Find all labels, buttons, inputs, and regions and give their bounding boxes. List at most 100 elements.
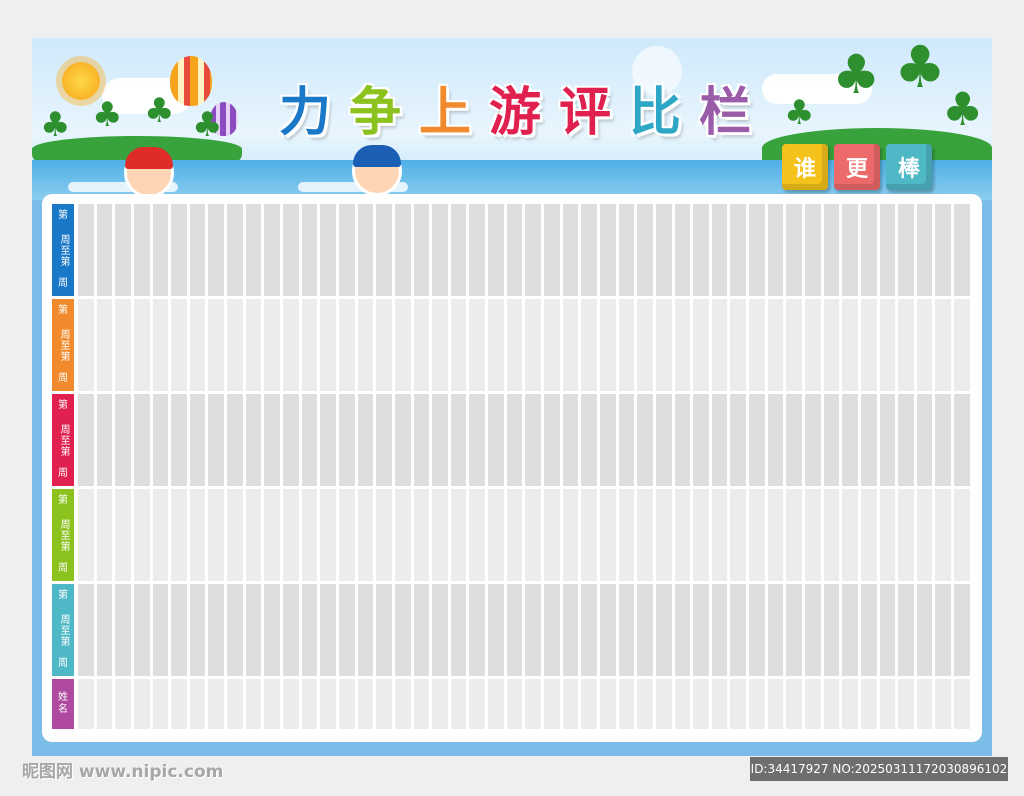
score-cell[interactable] [637,584,653,676]
score-cell[interactable] [264,299,281,391]
score-cell[interactable] [879,394,896,486]
score-cell[interactable] [935,679,952,729]
score-cell[interactable] [301,204,318,296]
score-cell[interactable] [469,679,486,729]
score-cell[interactable] [115,679,131,729]
score-cell[interactable] [637,299,653,391]
score-cell[interactable] [264,679,281,729]
score-cell[interactable] [935,394,952,486]
score-cell[interactable] [842,584,858,676]
score-cell[interactable] [78,489,94,581]
score-cell[interactable] [171,679,187,729]
score-cell[interactable] [898,489,914,581]
score-cell[interactable] [78,394,94,486]
score-cell[interactable] [935,489,952,581]
score-cell[interactable] [525,489,542,581]
score-cell[interactable] [767,299,784,391]
score-cell[interactable] [488,679,504,729]
score-cell[interactable] [469,394,486,486]
score-cell[interactable] [786,204,802,296]
score-cell[interactable] [338,394,355,486]
score-cell[interactable] [245,394,262,486]
score-cell[interactable] [674,679,691,729]
score-cell[interactable] [525,679,542,729]
score-cell[interactable] [860,299,877,391]
score-cell[interactable] [171,394,187,486]
score-cell[interactable] [450,299,467,391]
score-cell[interactable] [525,394,542,486]
score-cell[interactable] [674,394,691,486]
score-cell[interactable] [152,489,169,581]
score-cell[interactable] [786,584,802,676]
score-cell[interactable] [189,489,206,581]
score-cell[interactable] [189,299,206,391]
score-cell[interactable] [450,584,467,676]
score-cell[interactable] [916,204,933,296]
score-cell[interactable] [450,204,467,296]
score-cell[interactable] [376,204,392,296]
score-cell[interactable] [301,584,318,676]
score-cell[interactable] [767,489,784,581]
score-cell[interactable] [115,204,131,296]
score-cell[interactable] [693,204,709,296]
score-cell[interactable] [432,679,448,729]
score-cell[interactable] [96,679,113,729]
score-cell[interactable] [413,299,430,391]
score-cell[interactable] [637,489,653,581]
score-cell[interactable] [376,394,392,486]
score-cell[interactable] [78,204,94,296]
score-cell[interactable] [96,394,113,486]
score-cell[interactable] [898,584,914,676]
score-cell[interactable] [189,584,206,676]
score-cell[interactable] [208,299,225,391]
score-cell[interactable] [599,299,616,391]
score-cell[interactable] [879,299,896,391]
score-cell[interactable] [320,394,336,486]
score-cell[interactable] [711,679,728,729]
score-cell[interactable] [264,204,281,296]
score-cell[interactable] [842,204,858,296]
score-cell[interactable] [264,489,281,581]
score-cell[interactable] [394,299,411,391]
score-cell[interactable] [599,584,616,676]
score-cell[interactable] [954,679,970,729]
score-cell[interactable] [767,204,784,296]
score-cell[interactable] [916,584,933,676]
score-cell[interactable] [450,679,467,729]
score-cell[interactable] [283,489,299,581]
score-cell[interactable] [171,584,187,676]
score-cell[interactable] [581,679,597,729]
score-cell[interactable] [245,489,262,581]
score-cell[interactable] [823,394,840,486]
score-cell[interactable] [171,299,187,391]
score-cell[interactable] [767,394,784,486]
score-cell[interactable] [208,394,225,486]
score-cell[interactable] [581,489,597,581]
score-cell[interactable] [432,204,448,296]
score-cell[interactable] [357,204,374,296]
score-cell[interactable] [320,204,336,296]
score-cell[interactable] [301,679,318,729]
score-cell[interactable] [264,394,281,486]
score-cell[interactable] [357,394,374,486]
score-cell[interactable] [245,204,262,296]
score-cell[interactable] [208,679,225,729]
score-cell[interactable] [450,489,467,581]
score-cell[interactable] [525,584,542,676]
score-cell[interactable] [618,204,635,296]
score-cell[interactable] [674,204,691,296]
score-cell[interactable] [152,584,169,676]
score-cell[interactable] [693,299,709,391]
score-cell[interactable] [189,679,206,729]
score-cell[interactable] [860,679,877,729]
score-cell[interactable] [283,299,299,391]
score-cell[interactable] [655,679,672,729]
score-cell[interactable] [357,584,374,676]
score-cell[interactable] [711,394,728,486]
score-cell[interactable] [730,394,747,486]
score-cell[interactable] [488,489,504,581]
score-cell[interactable] [338,204,355,296]
score-cell[interactable] [301,299,318,391]
score-cell[interactable] [338,584,355,676]
score-cell[interactable] [189,204,206,296]
